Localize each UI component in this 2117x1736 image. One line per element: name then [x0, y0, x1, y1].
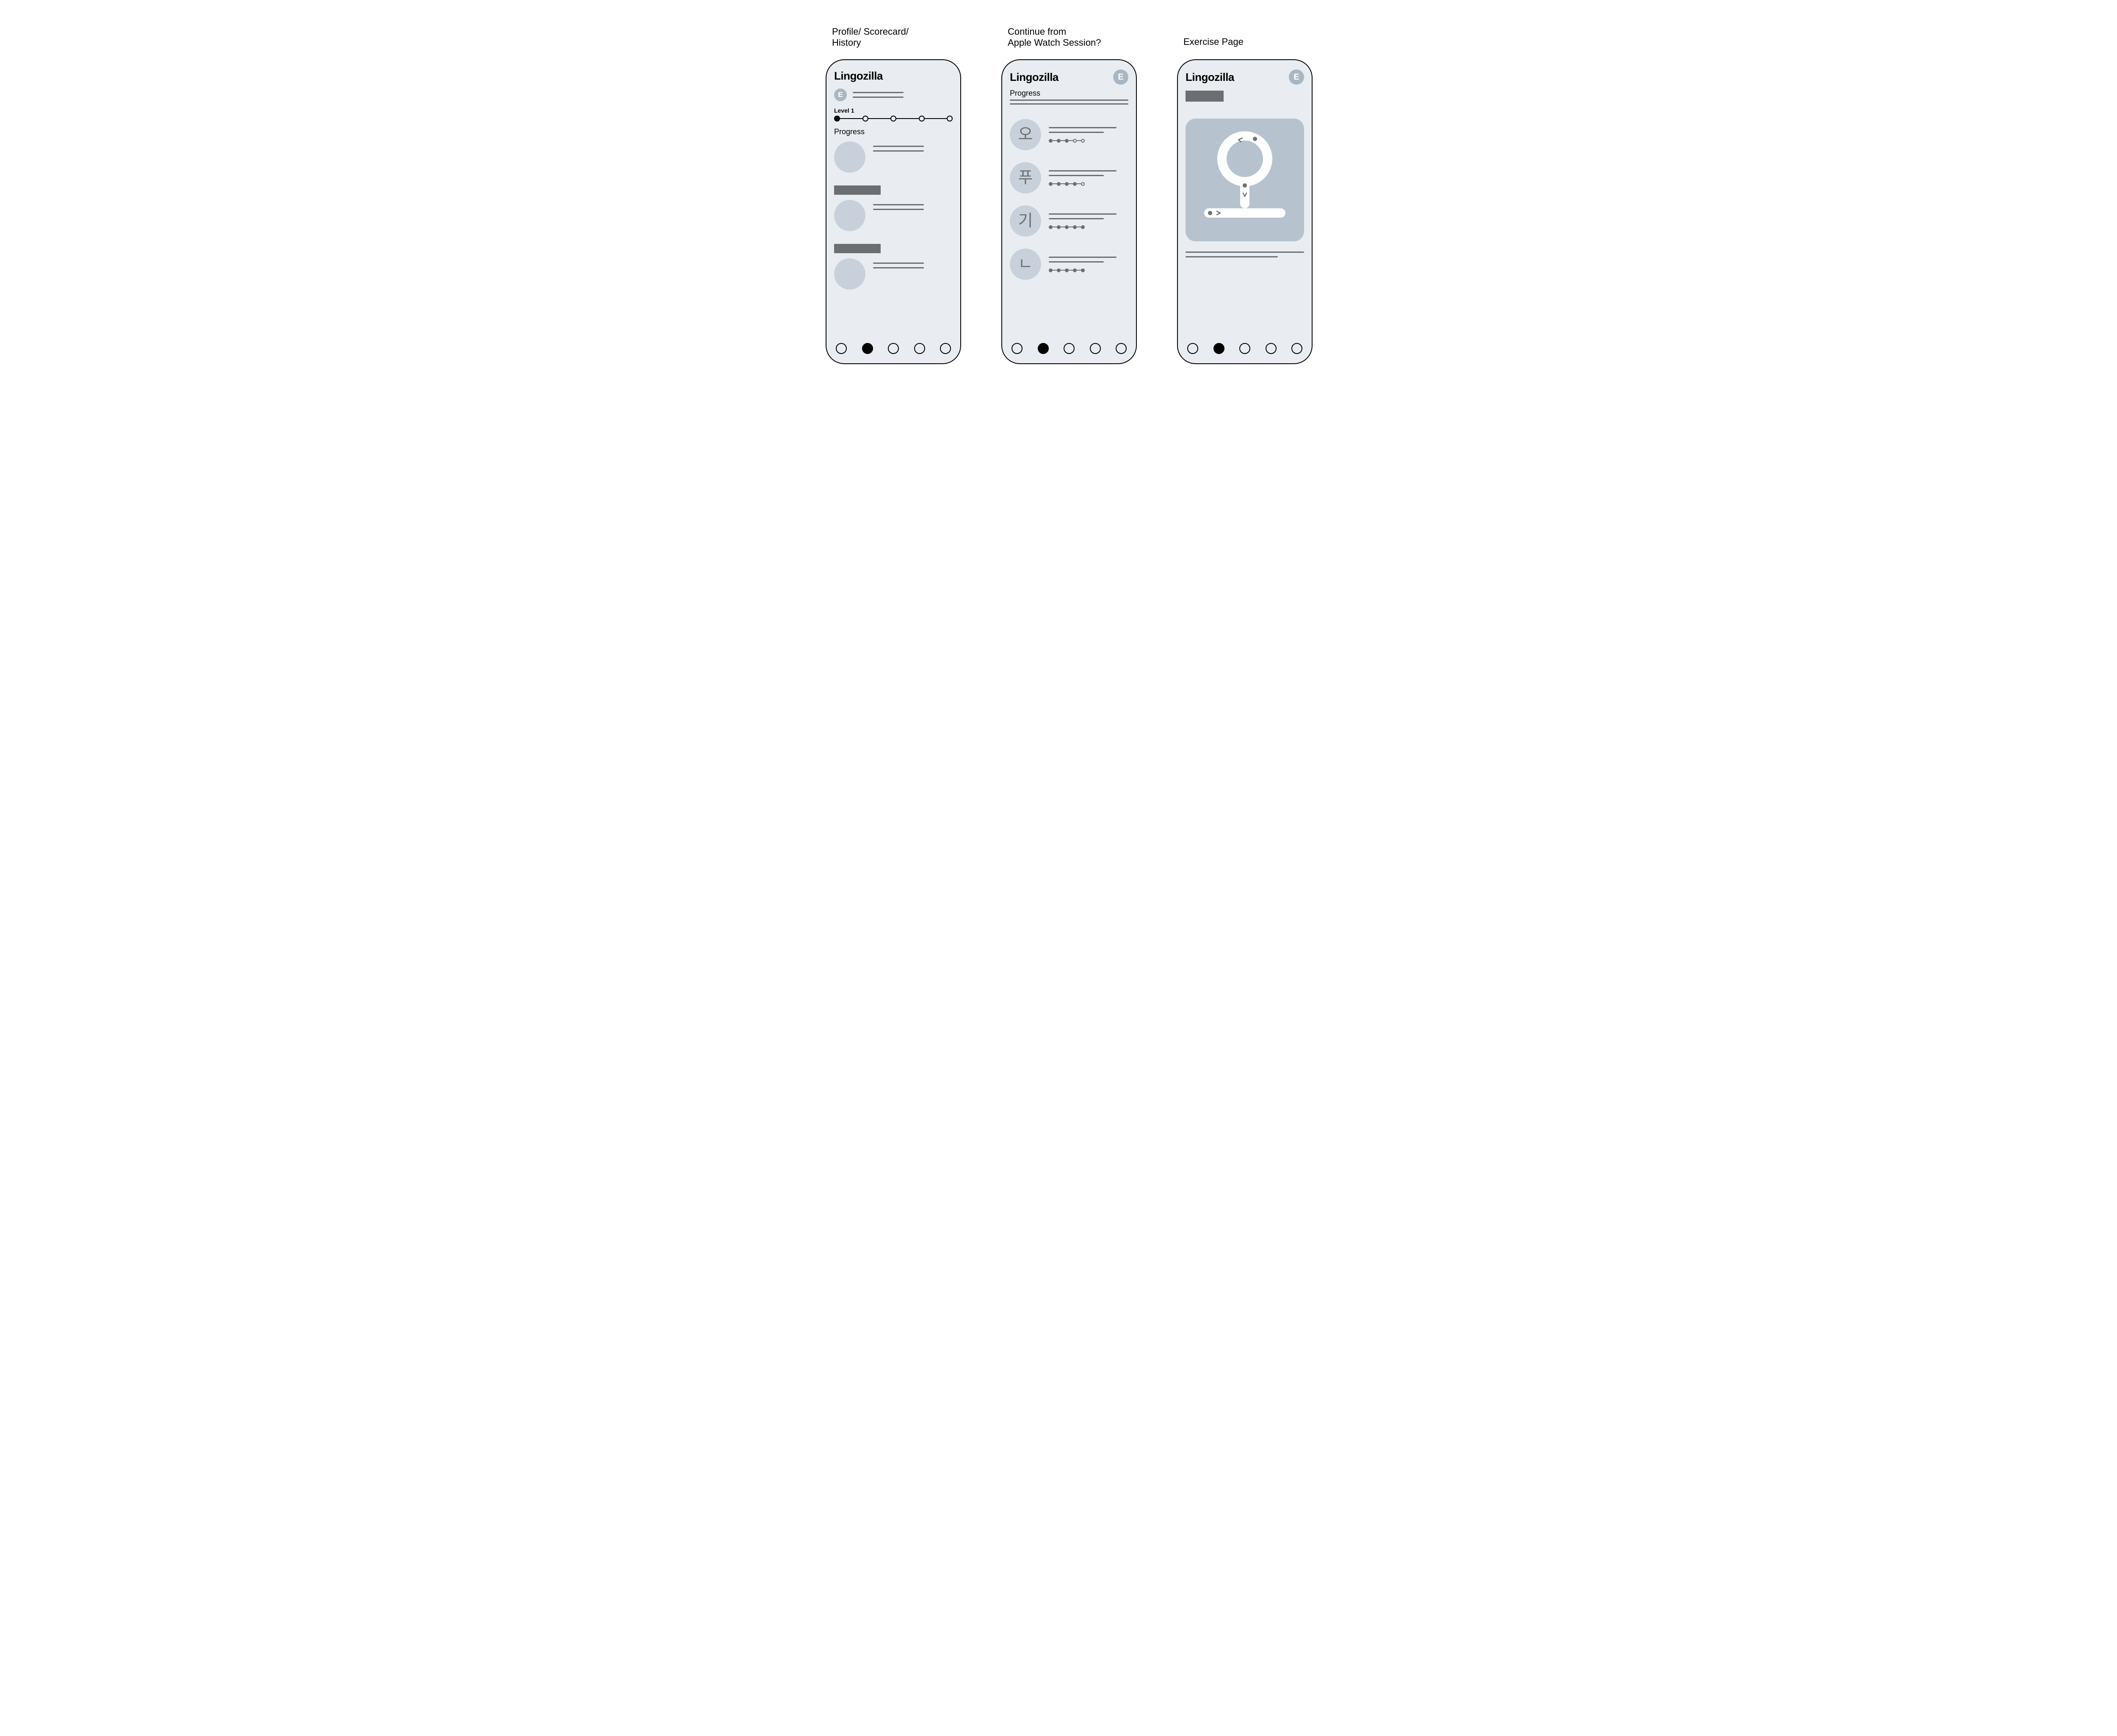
caption-line-2: History [832, 37, 909, 48]
brand-logo: Lingozilla [1010, 71, 1058, 84]
tab-dot[interactable] [1116, 343, 1127, 354]
lesson-glyph-icon: 오 [1010, 119, 1041, 150]
history-item[interactable] [834, 258, 953, 290]
practice-stroke-card[interactable] [1186, 119, 1304, 241]
lesson-progress-dots [1049, 225, 1128, 229]
avatar-badge[interactable]: E [1113, 69, 1128, 85]
level-step-connector [868, 118, 891, 119]
avatar-initial: E [1118, 72, 1123, 82]
caption-line-1: Continue from [1008, 26, 1101, 37]
tab-dot[interactable] [1213, 343, 1224, 354]
lesson-item[interactable]: 기 [1010, 205, 1128, 237]
tab-dot[interactable] [1012, 343, 1023, 354]
lesson-progress-dots [1049, 139, 1128, 143]
screen-exercise: Lingozilla E [1177, 59, 1313, 364]
level-step-connector [896, 118, 919, 119]
lesson-glyph-icon: 기 [1010, 205, 1041, 237]
profile-summary-row[interactable]: E [834, 88, 953, 101]
app-header: Lingozilla [834, 69, 953, 83]
progress-heading: Progress [1010, 89, 1128, 98]
history-thumb-icon [834, 258, 865, 290]
caption-screen-1: Profile/ Scorecard/ History [832, 26, 909, 49]
level-step-dot [947, 116, 953, 122]
history-text-placeholder [873, 200, 953, 210]
tab-dot[interactable] [862, 343, 873, 354]
screen-continue-session: Lingozilla E Progress 오푸기ㄴ [1001, 59, 1137, 364]
tab-dot[interactable] [940, 343, 951, 354]
tab-dot[interactable] [1064, 343, 1075, 354]
section-title-placeholder [834, 185, 881, 195]
level-step-dot [862, 116, 868, 122]
progress-heading: Progress [834, 127, 953, 136]
level-step-dot [919, 116, 925, 122]
tab-dot[interactable] [1090, 343, 1101, 354]
exercise-caption-placeholder [1186, 252, 1304, 257]
tab-dot[interactable] [1266, 343, 1277, 354]
history-thumb-icon [834, 141, 865, 173]
tab-dot[interactable] [1239, 343, 1250, 354]
wireframe-canvas: Profile/ Scorecard/ History Continue fro… [796, 0, 1321, 369]
avatar-badge[interactable]: E [1289, 69, 1304, 85]
lesson-item[interactable]: 오 [1010, 119, 1128, 150]
section-title-placeholder [834, 244, 881, 253]
lesson-item[interactable]: 푸 [1010, 162, 1128, 194]
app-header: Lingozilla E [1010, 69, 1128, 85]
history-text-placeholder [873, 141, 953, 152]
tab-bar [834, 343, 953, 354]
caption-line-2: Apple Watch Session? [1008, 37, 1101, 48]
stroke-order-diagram-icon [1186, 119, 1304, 241]
level-step-connector [925, 118, 947, 119]
level-step-dot [890, 116, 896, 122]
lesson-detail [1049, 127, 1128, 143]
caption-line-1: Profile/ Scorecard/ [832, 26, 909, 37]
lesson-detail [1049, 257, 1128, 272]
level-label: Level 1 [834, 107, 953, 114]
tab-dot[interactable] [888, 343, 899, 354]
lesson-detail [1049, 170, 1128, 186]
subtitle-placeholder [1010, 100, 1128, 105]
history-text-placeholder [873, 258, 953, 268]
history-thumb-icon [834, 200, 865, 231]
lesson-glyph-icon: 푸 [1010, 162, 1041, 194]
avatar-initial: E [1293, 72, 1299, 82]
avatar-badge[interactable]: E [834, 88, 847, 101]
lesson-item[interactable]: ㄴ [1010, 249, 1128, 280]
tab-bar [1010, 343, 1128, 354]
tab-dot[interactable] [1291, 343, 1302, 354]
profile-name-placeholder [853, 92, 953, 98]
caption-screen-2: Continue from Apple Watch Session? [1008, 26, 1101, 49]
level-progress: Level 1 [834, 107, 953, 122]
tab-dot[interactable] [836, 343, 847, 354]
history-item[interactable] [834, 200, 953, 231]
lesson-progress-dots [1049, 182, 1128, 186]
lesson-detail [1049, 213, 1128, 229]
tab-dot[interactable] [1187, 343, 1198, 354]
brand-logo: Lingozilla [834, 69, 883, 83]
lesson-list: 오푸기ㄴ [1010, 119, 1128, 280]
tab-dot[interactable] [914, 343, 925, 354]
level-step-connector [840, 118, 862, 119]
exercise-title-placeholder [1186, 91, 1224, 102]
tab-dot[interactable] [1038, 343, 1049, 354]
lesson-glyph-icon: ㄴ [1010, 249, 1041, 280]
screen-profile: Lingozilla E Level 1 Progress [826, 59, 961, 364]
caption-screen-3: Exercise Page [1183, 36, 1244, 47]
level-step-dot [834, 116, 840, 122]
brand-logo: Lingozilla [1186, 71, 1234, 84]
lesson-progress-dots [1049, 268, 1128, 272]
avatar-initial: E [838, 91, 843, 99]
history-item[interactable] [834, 141, 953, 173]
tab-bar [1186, 343, 1304, 354]
app-header: Lingozilla E [1186, 69, 1304, 85]
level-track [834, 116, 953, 122]
